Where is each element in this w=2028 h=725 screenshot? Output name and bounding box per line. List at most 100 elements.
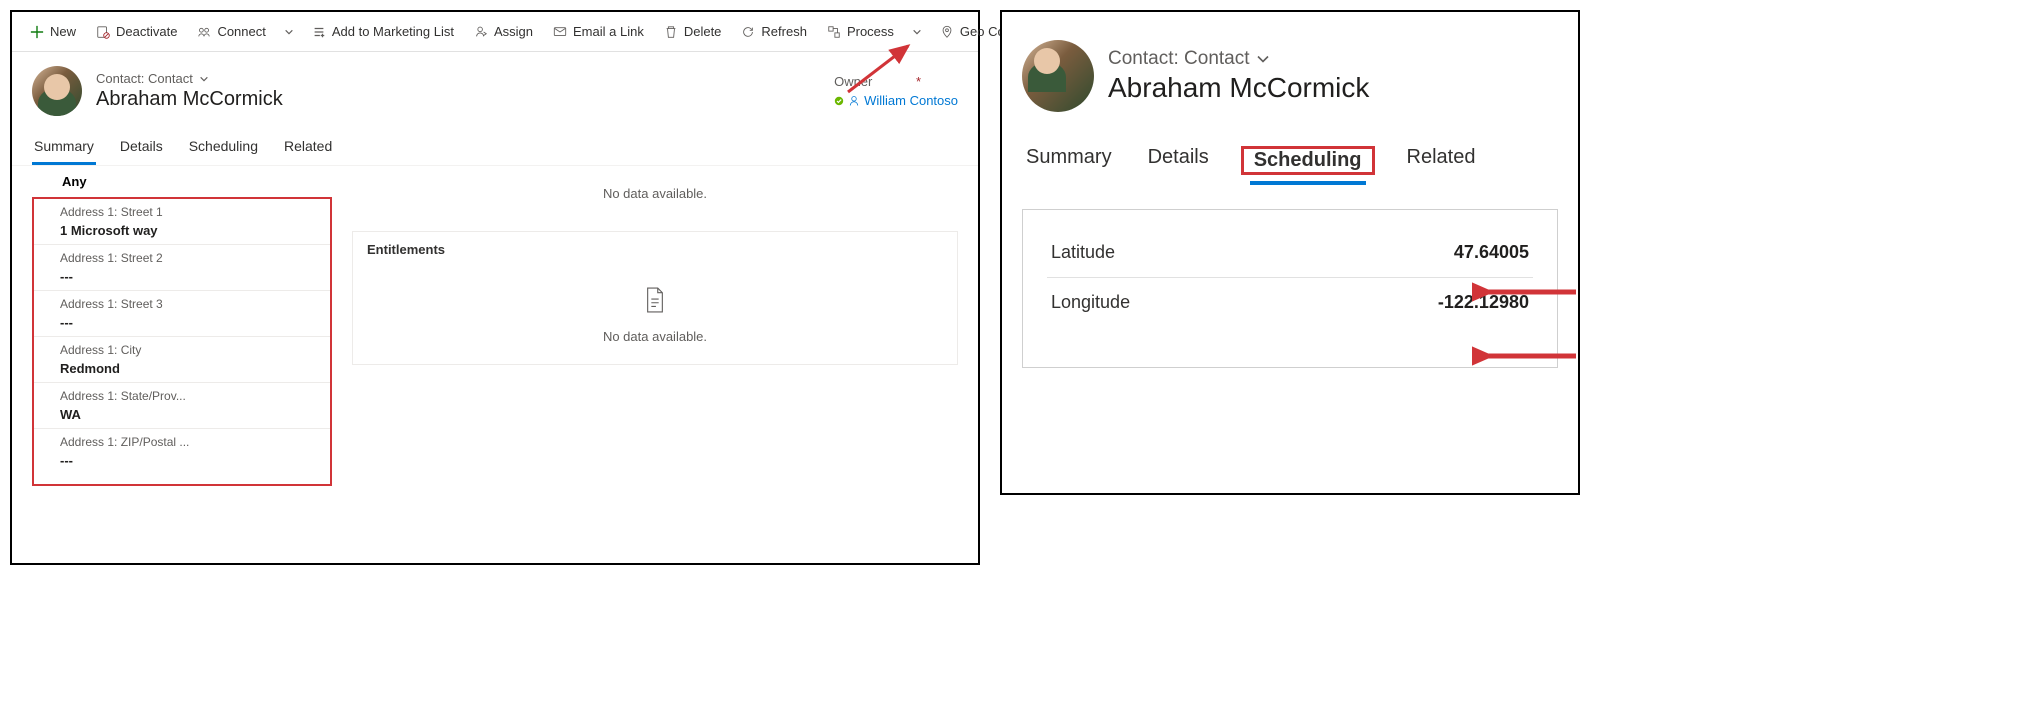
process-label: Process: [847, 24, 894, 39]
contact-form-panel: New Deactivate Connect Add to Marketing …: [10, 10, 980, 565]
deactivate-icon: [96, 25, 110, 39]
related-column: No data available. Entitlements No data …: [332, 166, 978, 486]
tab-details[interactable]: Details: [118, 132, 165, 165]
trash-icon: [664, 25, 678, 39]
chevron-down-icon: [910, 25, 924, 39]
field-city-value: Redmond: [60, 361, 330, 382]
avatar: [32, 66, 82, 116]
email-icon: [553, 25, 567, 39]
field-state[interactable]: Address 1: State/Prov... WA: [34, 382, 330, 428]
chevron-down-icon: [1256, 52, 1270, 66]
field-street2-value: ---: [60, 269, 330, 290]
assign-label: Assign: [494, 24, 533, 39]
field-state-value: WA: [60, 407, 330, 428]
entity-line-text: Contact: Contact: [96, 71, 193, 86]
longitude-row[interactable]: Longitude -122.12980: [1047, 278, 1533, 327]
command-bar: New Deactivate Connect Add to Marketing …: [12, 12, 978, 52]
owner-name: William Contoso: [864, 93, 958, 108]
new-label: New: [50, 24, 76, 39]
address-highlight-box: Address 1: Street 1 1 Microsoft way Addr…: [32, 197, 332, 486]
connect-label: Connect: [217, 24, 265, 39]
deactivate-label: Deactivate: [116, 24, 177, 39]
field-street2[interactable]: Address 1: Street 2 ---: [34, 244, 330, 290]
tab-summary[interactable]: Summary: [32, 132, 96, 165]
form-tabs-r: Summary Details Scheduling Related: [1022, 122, 1558, 185]
record-header: Contact: Contact Abraham McCormick Owner…: [12, 52, 978, 122]
field-street3[interactable]: Address 1: Street 3 ---: [34, 290, 330, 336]
delete-label: Delete: [684, 24, 722, 39]
coordinates-card: Latitude 47.64005 Longitude -122.12980: [1022, 209, 1558, 368]
refresh-label: Refresh: [761, 24, 807, 39]
new-button[interactable]: New: [22, 14, 84, 50]
marketing-label: Add to Marketing List: [332, 24, 454, 39]
latitude-label: Latitude: [1051, 242, 1115, 263]
presence-available-icon: [834, 96, 844, 106]
email-link-button[interactable]: Email a Link: [545, 14, 652, 50]
field-street3-value: ---: [60, 315, 330, 336]
entity-breadcrumb[interactable]: Contact: Contact: [96, 71, 283, 86]
owner-block: Owner * William Contoso: [834, 74, 958, 108]
latitude-value: 47.64005: [1454, 242, 1529, 263]
field-street1-value: 1 Microsoft way: [60, 223, 330, 244]
connect-button[interactable]: Connect: [189, 14, 273, 50]
field-street1-label: Address 1: Street 1: [60, 205, 330, 223]
field-zip-value: ---: [60, 453, 330, 474]
record-name-r: Abraham McCormick: [1108, 72, 1369, 104]
process-button[interactable]: Process: [819, 14, 902, 50]
form-body: Any Address 1: Street 1 1 Microsoft way …: [12, 166, 978, 486]
field-street1[interactable]: Address 1: Street 1 1 Microsoft way: [34, 199, 330, 244]
longitude-label: Longitude: [1051, 292, 1130, 313]
tab-scheduling-highlight: Scheduling: [1241, 146, 1375, 175]
field-street3-label: Address 1: Street 3: [60, 297, 330, 315]
chevron-down-icon: [199, 74, 209, 84]
field-state-label: Address 1: State/Prov...: [60, 389, 330, 407]
tab-scheduling[interactable]: Scheduling: [187, 132, 260, 165]
owner-label: Owner: [834, 74, 872, 89]
record-title-block-r: Contact: Contact Abraham McCormick: [1108, 48, 1369, 104]
entity-breadcrumb-r[interactable]: Contact: Contact: [1108, 48, 1369, 70]
refresh-button[interactable]: Refresh: [733, 14, 815, 50]
longitude-value: -122.12980: [1438, 292, 1529, 313]
document-icon: [644, 287, 666, 313]
record-title-block: Contact: Contact Abraham McCormick: [96, 71, 283, 111]
address-column: Any Address 1: Street 1 1 Microsoft way …: [32, 166, 332, 486]
connect-chevron[interactable]: [278, 14, 300, 50]
record-header-r: Contact: Contact Abraham McCormick: [1022, 32, 1558, 122]
deactivate-button[interactable]: Deactivate: [88, 14, 185, 50]
tab-related[interactable]: Related: [282, 132, 334, 165]
assign-button[interactable]: Assign: [466, 14, 541, 50]
no-data-entitlements: No data available.: [367, 319, 943, 354]
tab-summary-r[interactable]: Summary: [1022, 140, 1116, 178]
plus-icon: [30, 25, 44, 39]
field-zip[interactable]: Address 1: ZIP/Postal ... ---: [34, 428, 330, 474]
email-label: Email a Link: [573, 24, 644, 39]
assign-icon: [474, 25, 488, 39]
owner-value[interactable]: William Contoso: [834, 93, 958, 108]
add-to-marketing-button[interactable]: Add to Marketing List: [304, 14, 462, 50]
chevron-down-icon: [282, 25, 296, 39]
delete-button[interactable]: Delete: [656, 14, 730, 50]
section-any-header: Any: [32, 166, 332, 197]
marketing-list-icon: [312, 25, 326, 39]
entitlements-header: Entitlements: [367, 242, 943, 277]
field-zip-label: Address 1: ZIP/Postal ...: [60, 435, 330, 453]
no-data-top: No data available.: [352, 176, 958, 211]
scheduling-panel: Contact: Contact Abraham McCormick Summa…: [1000, 10, 1580, 495]
process-chevron[interactable]: [906, 14, 928, 50]
entity-line-text-r: Contact: Contact: [1108, 48, 1250, 70]
process-icon: [827, 25, 841, 39]
tab-scheduling-r[interactable]: Scheduling: [1250, 143, 1366, 185]
tab-details-r[interactable]: Details: [1144, 140, 1213, 178]
refresh-icon: [741, 25, 755, 39]
location-pin-icon: [940, 25, 954, 39]
form-tabs: Summary Details Scheduling Related: [12, 122, 978, 166]
tab-related-r[interactable]: Related: [1403, 140, 1480, 178]
latitude-row[interactable]: Latitude 47.64005: [1047, 228, 1533, 278]
field-city[interactable]: Address 1: City Redmond: [34, 336, 330, 382]
connect-icon: [197, 25, 211, 39]
person-icon: [848, 95, 860, 107]
avatar: [1022, 40, 1094, 112]
record-name: Abraham McCormick: [96, 88, 283, 111]
field-city-label: Address 1: City: [60, 343, 330, 361]
field-street2-label: Address 1: Street 2: [60, 251, 330, 269]
